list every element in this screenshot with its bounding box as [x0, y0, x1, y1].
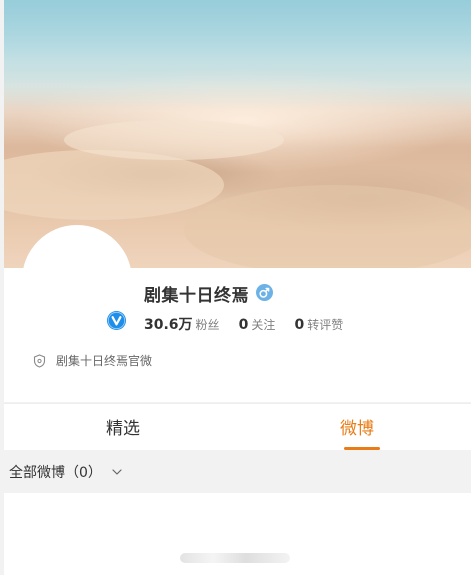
tab-bar: 精选 微博: [4, 403, 471, 450]
stat-value: 30.6万: [144, 317, 193, 333]
stat-label: 转评赞: [307, 318, 344, 332]
stat-value: 0: [238, 317, 249, 333]
active-tab-indicator: [344, 447, 380, 450]
verification-text: 剧集十日终焉官微: [56, 354, 153, 368]
reposts-comments-likes-stat[interactable]: 0 转评赞: [295, 314, 344, 333]
profile-page: 剧集十日终焉 30.6万 粉丝 0 关注 0 转评赞 剧集十日终焉官微 精选 微博 全…: [0, 0, 471, 575]
shield-icon: [33, 353, 46, 368]
tab-weibo[interactable]: 微博: [340, 414, 374, 439]
post-filter-dropdown[interactable]: 全部微博（0）: [9, 462, 122, 482]
followers-stat[interactable]: 30.6万 粉丝: [144, 314, 220, 334]
following-stat[interactable]: 0 关注: [239, 314, 276, 333]
stat-label: 关注: [251, 318, 276, 332]
stat-value: 0: [294, 317, 305, 333]
stat-label: 粉丝: [195, 318, 220, 332]
filter-label: 全部微博（0）: [9, 465, 102, 481]
verification-info: 剧集十日终焉官微: [33, 350, 152, 368]
stats-row: 30.6万 粉丝 0 关注 0 转评赞: [144, 314, 357, 334]
post-list: [4, 493, 471, 575]
loading-placeholder: [180, 553, 290, 563]
verified-v-icon: [107, 311, 126, 330]
chevron-down-icon: [112, 469, 122, 475]
username: 剧集十日终焉: [144, 286, 249, 306]
male-icon: [256, 284, 273, 301]
tab-featured[interactable]: 精选: [106, 414, 140, 439]
